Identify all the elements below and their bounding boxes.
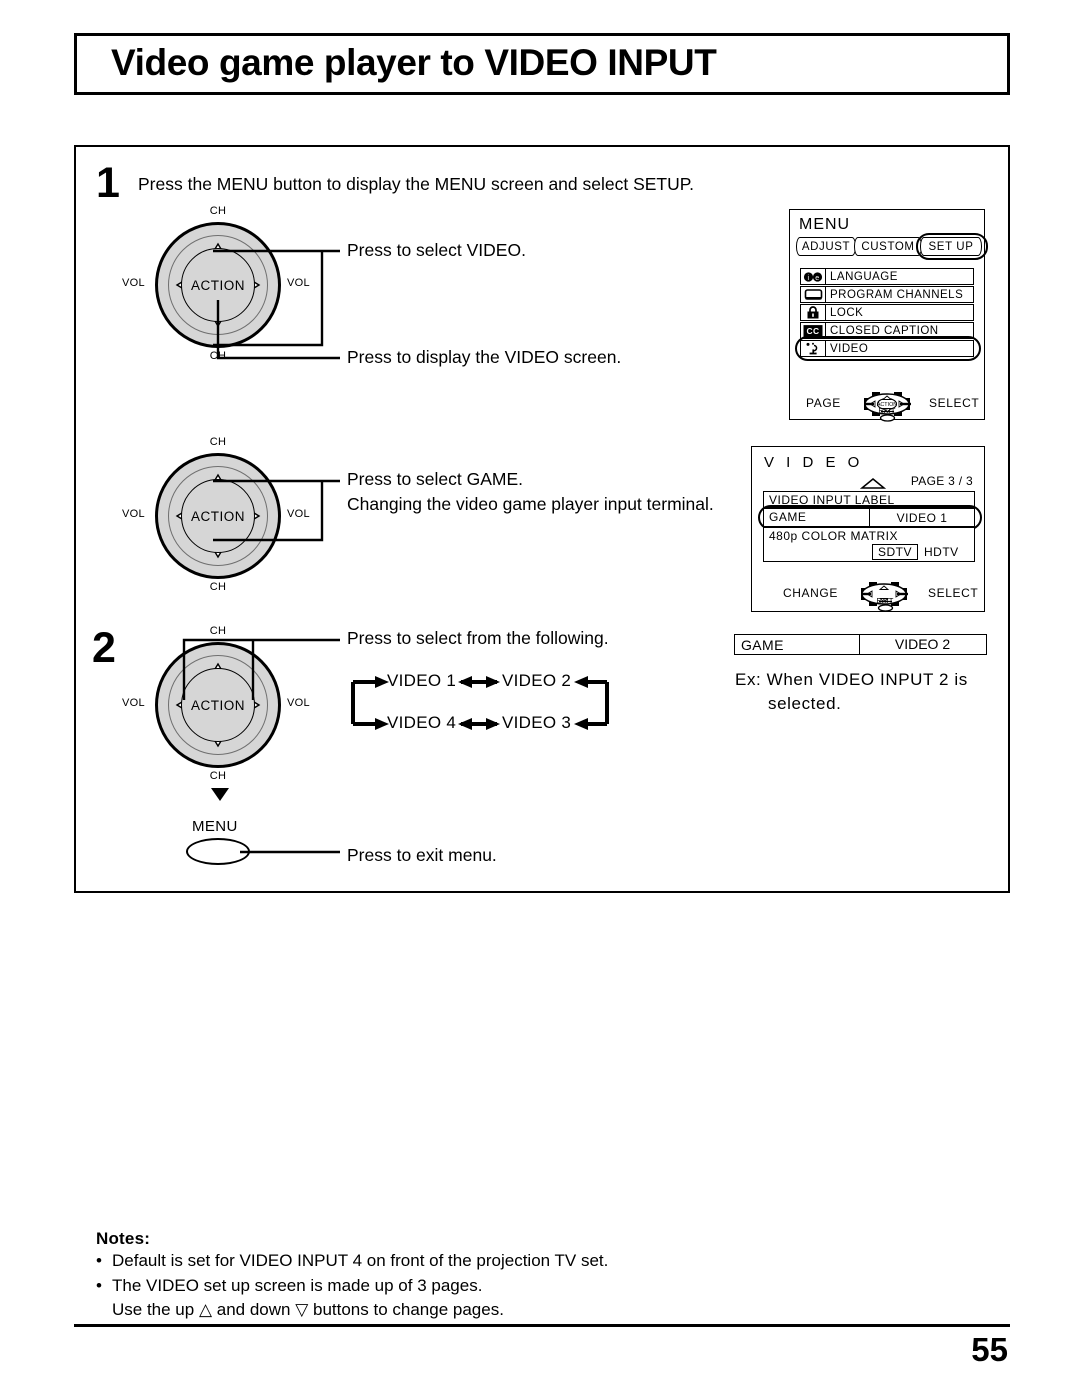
note-sub-item: Use the up △ and down ▽ buttons to chang… (96, 1298, 896, 1323)
tab-custom[interactable]: CUSTOM (854, 237, 922, 256)
dial-label-vol-right: VOL (287, 277, 310, 289)
tab-selection-highlight (916, 233, 988, 260)
osd-video-page-indicator: PAGE 3 / 3 (910, 474, 973, 488)
page-up-triangle-icon (860, 478, 886, 489)
footer-exit-icon: EXIT (879, 406, 896, 422)
matrix-option-hdtv[interactable]: HDTV (924, 545, 959, 559)
page-number: 55 (971, 1331, 1008, 1368)
dial-label-ch-top: CH (209, 625, 227, 637)
dial-label-vol-left: VOL (122, 277, 145, 289)
color-matrix-options-row[interactable]: SDTV HDTV (763, 544, 975, 562)
menu-row-label: LANGUAGE (830, 270, 898, 283)
dial-label-vol-right: VOL (287, 697, 310, 709)
video-input-cycle-diagram: VIDEO 1 VIDEO 2 VIDEO 4 VIDEO 3 (345, 668, 615, 738)
footer-select-label: SELECT (929, 396, 980, 410)
note-item-2-text: The VIDEO set up screen is made up of 3 … (112, 1275, 483, 1295)
osd-video-screen: V I D E O PAGE 3 / 3 VIDEO INPUT LABEL G… (751, 446, 985, 612)
example-game-value: VIDEO 2 (858, 633, 987, 655)
example-caption: Ex: When VIDEO INPUT 2 is selected. (735, 668, 968, 716)
footer-change-label: CHANGE (783, 586, 838, 600)
notes-heading: Notes: (96, 1229, 151, 1248)
page-title-box: Video game player to VIDEO INPUT (74, 33, 1010, 95)
footer-rule (74, 1324, 1010, 1327)
dial-action-label[interactable]: ACTION (181, 479, 255, 553)
matrix-option-sdtv[interactable]: SDTV (872, 544, 919, 560)
tab-adjust[interactable]: ADJUST (796, 237, 856, 256)
note-item-1: • Default is set for VIDEO INPUT 4 on fro… (96, 1249, 896, 1274)
example-caption-line-1: Ex: When VIDEO INPUT 2 is (735, 670, 968, 689)
svg-text:CC: CC (806, 326, 819, 336)
dial-label-vol-left: VOL (122, 508, 145, 520)
step-2-number: 2 (92, 624, 116, 672)
menu-row-lock[interactable]: LOCK (800, 304, 974, 321)
dial-label-ch-bottom: CH (209, 770, 227, 782)
dial-action-label[interactable]: ACTION (181, 668, 255, 742)
dial-label-ch-top: CH (209, 436, 227, 448)
step-1-number: 1 (96, 159, 120, 207)
osd-video-header: V I D E O (764, 454, 864, 471)
dial-action-label[interactable]: ACTION (181, 248, 255, 322)
bullet-icon: • (96, 1251, 102, 1270)
cycle-item-video-2: VIDEO 2 (502, 671, 572, 690)
bullet-icon: • (96, 1275, 102, 1295)
dial-label-ch-bottom: CH (209, 350, 227, 362)
menu-row-selection-highlight (795, 336, 981, 361)
menu-row-label: PROGRAM CHANNELS (830, 288, 964, 301)
callout-display-video-screen: Press to display the VIDEO screen. (347, 347, 622, 367)
note-sub-item-text: Use the up △ and down ▽ buttons to chang… (112, 1300, 504, 1320)
padlock-icon (801, 305, 826, 320)
callout-changing-terminal: Changing the video game player input ter… (347, 494, 714, 514)
svg-text:EXIT: EXIT (879, 406, 896, 415)
action-dial-1[interactable]: ACTION CH CH VOL VOL (122, 205, 310, 362)
tv-screen-icon (801, 287, 826, 302)
cycle-item-video-1: VIDEO 1 (387, 671, 457, 690)
cycle-item-video-3: VIDEO 3 (502, 713, 572, 732)
osd-menu-footer: PAGE ACTION SELECT EXIT (790, 388, 986, 422)
page-title: Video game player to VIDEO INPUT (111, 42, 717, 84)
footer-exit-icon: EXIT (877, 596, 894, 612)
osd-menu-screen: MENU ADJUST CUSTOM SET UP ie LANGUAGE PR… (789, 209, 988, 422)
callout-select-game: Press to select GAME. (347, 469, 524, 489)
dial-label-vol-left: VOL (122, 697, 145, 709)
callout-exit-menu: Press to exit menu. (347, 845, 497, 865)
osd-menu-header: MENU (799, 216, 851, 233)
cycle-arrows (351, 676, 609, 730)
footer-select-label: SELECT (928, 586, 979, 600)
osd-menu-tabs: ADJUST CUSTOM SET UP (796, 233, 988, 260)
menu-row-label: LOCK (830, 306, 864, 319)
svg-text:i: i (807, 275, 809, 282)
action-dial-3[interactable]: ACTION CH CH VOL VOL (122, 625, 310, 782)
callout-select-from-following: Press to select from the following. (347, 628, 609, 648)
note-item-1-text: Default is set for VIDEO INPUT 4 on fron… (112, 1251, 609, 1270)
dial-label-ch-bottom: CH (209, 581, 227, 593)
osd-video-footer: CHANGE SELECT EXIT (752, 577, 986, 612)
dial-label-ch-top: CH (209, 205, 227, 217)
action-dial-2[interactable]: ACTION CH CH VOL VOL (122, 436, 310, 593)
color-matrix-label: 480p COLOR MATRIX (769, 529, 898, 543)
svg-text:e: e (815, 275, 819, 282)
language-icon: ie (801, 269, 826, 284)
cycle-item-video-4: VIDEO 4 (387, 713, 457, 732)
example-caption-line-2: selected. (768, 694, 842, 714)
color-matrix-label-row: 480p COLOR MATRIX (763, 527, 975, 544)
manual-page: Video game player to VIDEO INPUT 1 Press… (0, 0, 1080, 1397)
note-item-2: • The VIDEO set up screen is made up of 3… (96, 1274, 896, 1299)
menu-button-label: MENU (192, 818, 238, 835)
menu-row-label: CLOSED CAPTION (830, 324, 939, 337)
example-game-label: GAME (741, 637, 784, 653)
svg-text:EXIT: EXIT (877, 596, 894, 605)
down-arrow-icon (211, 788, 229, 801)
notes-section: Notes: • Default is set for VIDEO INPUT 4… (96, 1229, 896, 1323)
menu-row-program-channels[interactable]: PROGRAM CHANNELS (800, 286, 974, 303)
footer-page-label: PAGE (806, 396, 841, 410)
menu-button[interactable] (186, 838, 250, 865)
callout-select-video: Press to select VIDEO. (347, 240, 526, 260)
example-game-row: GAME VIDEO 2 (734, 633, 987, 655)
menu-row-language[interactable]: ie LANGUAGE (800, 268, 974, 285)
step-1-text: Press the MENU button to display the MEN… (138, 174, 695, 194)
dial-label-vol-right: VOL (287, 508, 310, 520)
